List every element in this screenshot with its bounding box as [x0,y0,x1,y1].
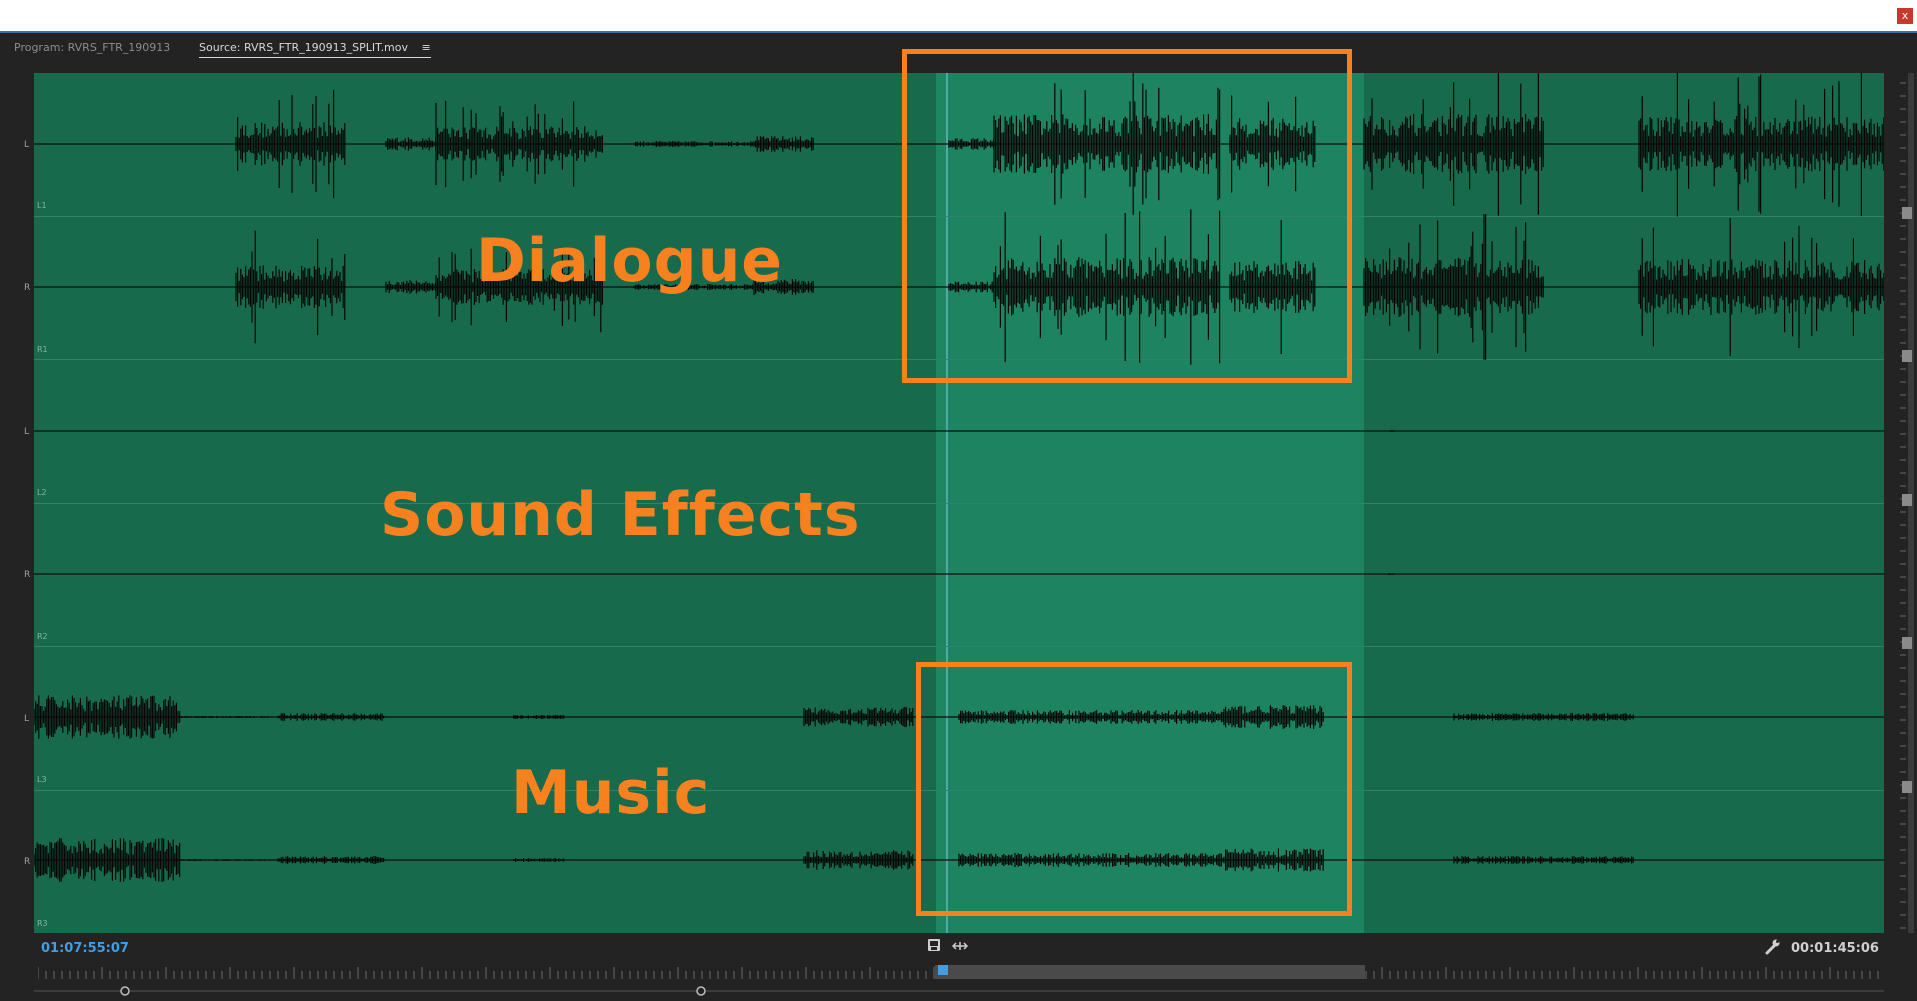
sound-effects-annotation: Sound Effects [380,480,861,550]
duration-timecode: 00:01:45:06 [1791,941,1879,956]
channel-label-l1: L [24,140,30,150]
track-code-l3: L3 [37,775,47,784]
tab-source-monitor[interactable]: Source: RVRS_FTR_190913_SPLIT.mov ≡ [199,41,431,58]
channel-label-r2: R [24,570,31,580]
close-button[interactable]: x [1897,8,1913,24]
track-code-r3: R3 [37,919,48,928]
vertical-zoom-scrollbar[interactable] [1884,73,1914,933]
channel-label-l3: L [24,714,30,724]
track-code-l1: L1 [37,201,47,210]
transport-bar: 01:07:55:07 00:01:45:06 [0,933,1917,1001]
tab-program-monitor[interactable]: Program: RVRS_FTR_190913 [14,41,170,54]
channel-label-r1: R [24,283,31,293]
dialogue-annotation: Dialogue [476,226,784,296]
track-code-l2: L2 [37,488,47,497]
scrollbar-ticks [1900,73,1914,933]
tab-source-label: Source: RVRS_FTR_190913_SPLIT.mov [199,41,409,54]
dialogue-highlight-box [902,49,1352,383]
music-highlight-box [916,662,1352,916]
time-ruler[interactable] [38,965,1883,979]
wrench-icon[interactable] [1763,938,1781,956]
track-code-r2: R2 [37,632,48,641]
playhead-timecode[interactable]: 01:07:55:07 [41,941,129,956]
zoom-scroll-bar[interactable] [34,985,1884,997]
channel-label-l2: L [24,427,30,437]
window-title-bar: x [0,0,1917,31]
hamburger-menu-icon[interactable]: ≡ [422,41,431,54]
camera-icon[interactable] [927,938,941,952]
channel-label-r3: R [24,857,31,867]
fit-arrows-icon[interactable] [952,939,968,953]
music-annotation: Music [511,758,711,828]
track-code-r1: R1 [37,345,48,354]
